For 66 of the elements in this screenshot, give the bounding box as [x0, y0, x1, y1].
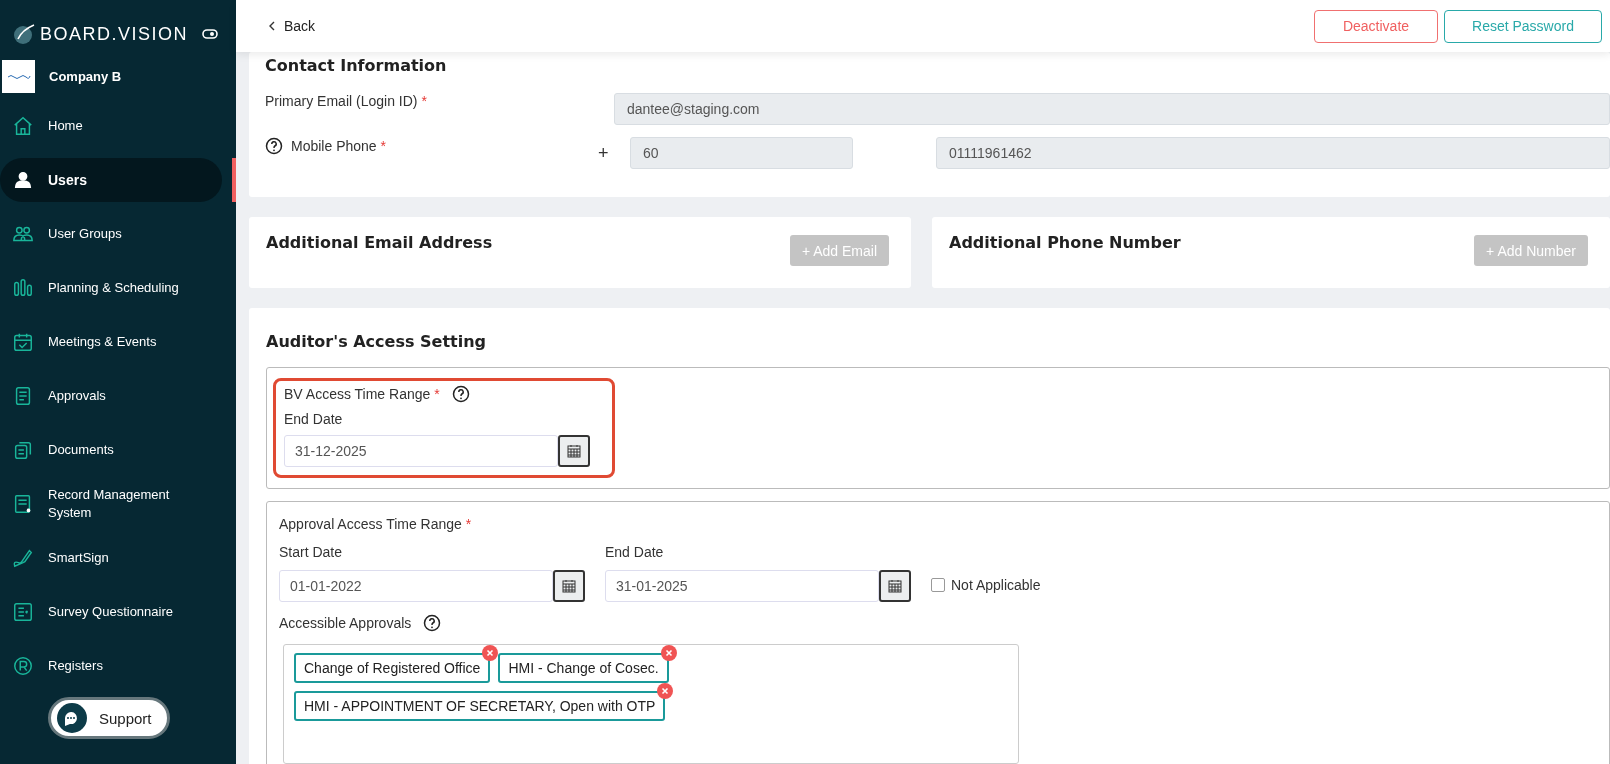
field-label: Primary Email (Login ID) * [265, 93, 428, 109]
sidebar-item[interactable]: Approvals [0, 374, 222, 418]
remove-icon[interactable] [660, 645, 677, 661]
field-label: End Date [284, 411, 344, 427]
phone-field[interactable]: 01111961462 [936, 137, 1610, 169]
calendar-icon [12, 331, 34, 353]
checkbox[interactable] [931, 578, 945, 592]
bars-icon [12, 277, 34, 299]
calendar-button[interactable] [879, 570, 911, 602]
logo-icon [12, 22, 36, 46]
help-icon[interactable] [451, 385, 470, 403]
calendar-icon [562, 579, 576, 593]
calendar-icon [888, 579, 902, 593]
toggle-icon[interactable] [202, 29, 218, 39]
remove-icon[interactable] [657, 683, 674, 699]
section-title: Additional Email Address [266, 233, 493, 252]
date-field[interactable]: 31-12-2025 [284, 435, 558, 467]
pen-icon [12, 547, 34, 569]
field-label: Mobile Phone * [291, 138, 386, 154]
active-indicator [232, 158, 236, 202]
home-icon [12, 115, 34, 137]
brand-name: BOARD.VISION [40, 23, 189, 45]
person-icon [12, 169, 34, 191]
date-field[interactable]: 01-01-2022 [279, 570, 553, 602]
country-code-field[interactable]: 60 [630, 137, 853, 169]
field-label: Start Date [279, 544, 344, 560]
field-label: Accessible Approvals [279, 615, 412, 631]
sidebar-item[interactable]: Planning & Scheduling [0, 266, 222, 310]
remove-icon[interactable] [482, 645, 499, 661]
sidebar-item[interactable]: Users [0, 158, 222, 202]
calendar-button[interactable] [558, 435, 590, 467]
company-name: Company B [49, 69, 122, 84]
checklist-icon [12, 601, 34, 623]
sidebar-item[interactable]: Home [0, 104, 222, 148]
section-title: Contact Information [265, 56, 448, 75]
tag-select-field[interactable]: Change of Registered Office HMI - Change of Cosec. HMI - APPOINTMENT OF SECRETARY, Open with OTP [283, 644, 1019, 764]
chat-icon [57, 703, 87, 733]
sidebar-item[interactable]: Documents [0, 428, 222, 472]
company-logo-icon [2, 60, 35, 93]
back-link[interactable]: Back [268, 18, 316, 34]
sidebar-item[interactable]: Meetings & Events [0, 320, 222, 364]
field-label: BV Access Time Range * [284, 386, 440, 402]
chevron-left-icon [268, 21, 276, 31]
date-field[interactable]: 31-01-2025 [605, 570, 879, 602]
approval-tag: Change of Registered Office [294, 653, 491, 683]
sidebar-item[interactable]: Registers [0, 644, 222, 688]
calendar-button[interactable] [553, 570, 585, 602]
field-label: Approval Access Time Range * [279, 516, 473, 532]
help-icon[interactable] [423, 614, 442, 632]
help-icon[interactable] [265, 137, 283, 155]
sidebar-item[interactable]: Record Management System [0, 482, 222, 526]
sidebar-item[interactable]: SmartSign [0, 536, 222, 580]
email-field[interactable]: dantee@staging.com [614, 93, 1610, 125]
approval-tag: HMI - APPOINTMENT OF SECRETARY, Open with OTP [294, 691, 666, 721]
checkbox-label: Not Applicable [951, 577, 1041, 593]
section-title: Auditor's Access Setting [266, 332, 488, 351]
section-title: Additional Phone Number [949, 233, 1181, 252]
plus-sign: + [598, 143, 610, 164]
documents-icon [12, 439, 34, 461]
calendar-icon [567, 444, 581, 458]
approval-tag: HMI - Change of Cosec. [498, 653, 669, 683]
field-label: End Date [605, 544, 665, 560]
sidebar-item[interactable]: Survey Questionnaire [0, 590, 222, 634]
sidebar-item[interactable]: User Groups [0, 212, 222, 256]
registered-icon [12, 655, 34, 677]
support-button[interactable]: Support [48, 697, 170, 739]
